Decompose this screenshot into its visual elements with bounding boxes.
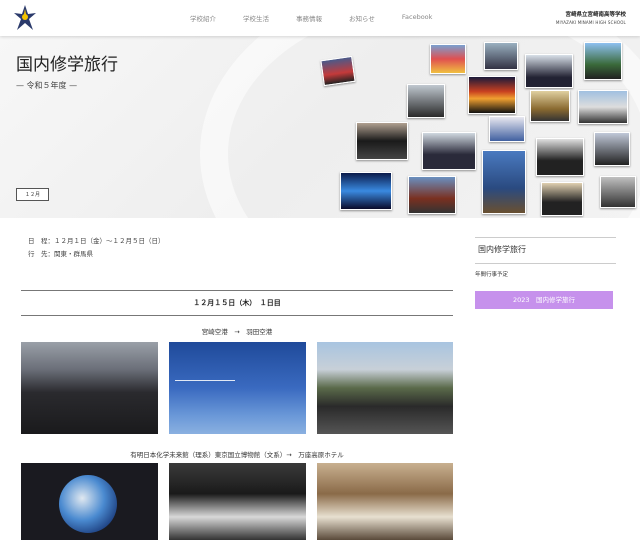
trip-schedule: 日 程：１２月１日（金）～１２月５日（日） (28, 237, 165, 245)
collage-photo (536, 138, 584, 176)
nav-facebook[interactable]: Facebook (402, 13, 433, 23)
school-name-en: MIYAZAKI MINAMI HIGH SCHOOL (555, 20, 626, 25)
collage-photo (525, 54, 573, 88)
school-name[interactable]: 宮崎県立宮崎南高等学校 MIYAZAKI MINAMI HIGH SCHOOL (556, 10, 626, 25)
collage-photo (430, 44, 466, 74)
sidebar-heading: 国内修学旅行 (475, 237, 616, 264)
photo-students-outside[interactable] (317, 342, 453, 434)
photo-museum-students[interactable] (169, 463, 306, 540)
collage-photo (356, 122, 408, 160)
collage-photo (320, 55, 356, 87)
collage-photo (482, 150, 526, 214)
collage-photo (489, 116, 525, 142)
photo-airplane-sky[interactable] (169, 342, 306, 434)
nav-school-intro[interactable]: 学校紹介 (190, 13, 216, 23)
sidebar-link-annual-events[interactable]: 年間行事予定 (475, 270, 508, 278)
collage-photo (468, 76, 516, 114)
nav-school-life[interactable]: 学校生活 (243, 13, 269, 23)
collage-photo (407, 84, 445, 118)
nav-office-info[interactable]: 事務情報 (296, 13, 322, 23)
school-emblem-icon[interactable] (13, 4, 37, 32)
collage-photo (600, 176, 636, 208)
main-nav: 学校紹介 学校生活 事務情報 お知らせ Facebook (190, 13, 459, 23)
collage-photo (484, 42, 518, 70)
section-caption-museum: 有明日本化学未来館（理系）東京国立博物館（文系）→ 万座高原ホテル (130, 451, 344, 459)
page-subtitle: — 令和５年度 — (16, 81, 78, 90)
collage-photo (422, 132, 476, 170)
school-name-jp: 宮崎県立宮崎南高等学校 (565, 12, 626, 18)
photo-airport-lobby[interactable] (21, 342, 158, 434)
collage-photo (541, 182, 583, 216)
globe-display (59, 475, 117, 533)
page-title: 国内修学旅行 (16, 55, 118, 75)
month-tag[interactable]: １２月 (16, 188, 50, 201)
collage-photo (584, 42, 622, 80)
collage-photo (408, 176, 456, 214)
trip-destination: 行 先：関東・群馬県 (28, 250, 93, 258)
collage-photo (578, 90, 628, 124)
site-header: 学校紹介 学校生活 事務情報 お知らせ Facebook 宮崎県立宮崎南高等学校… (0, 0, 640, 36)
collage-photo (594, 132, 630, 166)
day-heading: １２月１５日（木） １日目 (21, 290, 453, 316)
collage-photo (340, 172, 392, 210)
nav-news[interactable]: お知らせ (349, 13, 375, 23)
photo-geo-cosmos[interactable] (21, 463, 158, 540)
airplane-contrail (175, 380, 235, 381)
photo-hotel-dinner[interactable] (317, 463, 453, 540)
hero-banner: 国内修学旅行 — 令和５年度 — １２月 (0, 36, 640, 218)
sidebar-button-trip-2023[interactable]: 2023 国内修学旅行 (475, 291, 613, 309)
section-caption-airport: 宮崎空港 → 羽田空港 (201, 328, 273, 336)
trip-info: 日 程：１２月１日（金）～１２月５日（日） 行 先：関東・群馬県 (28, 235, 165, 261)
collage-photo (530, 90, 570, 122)
